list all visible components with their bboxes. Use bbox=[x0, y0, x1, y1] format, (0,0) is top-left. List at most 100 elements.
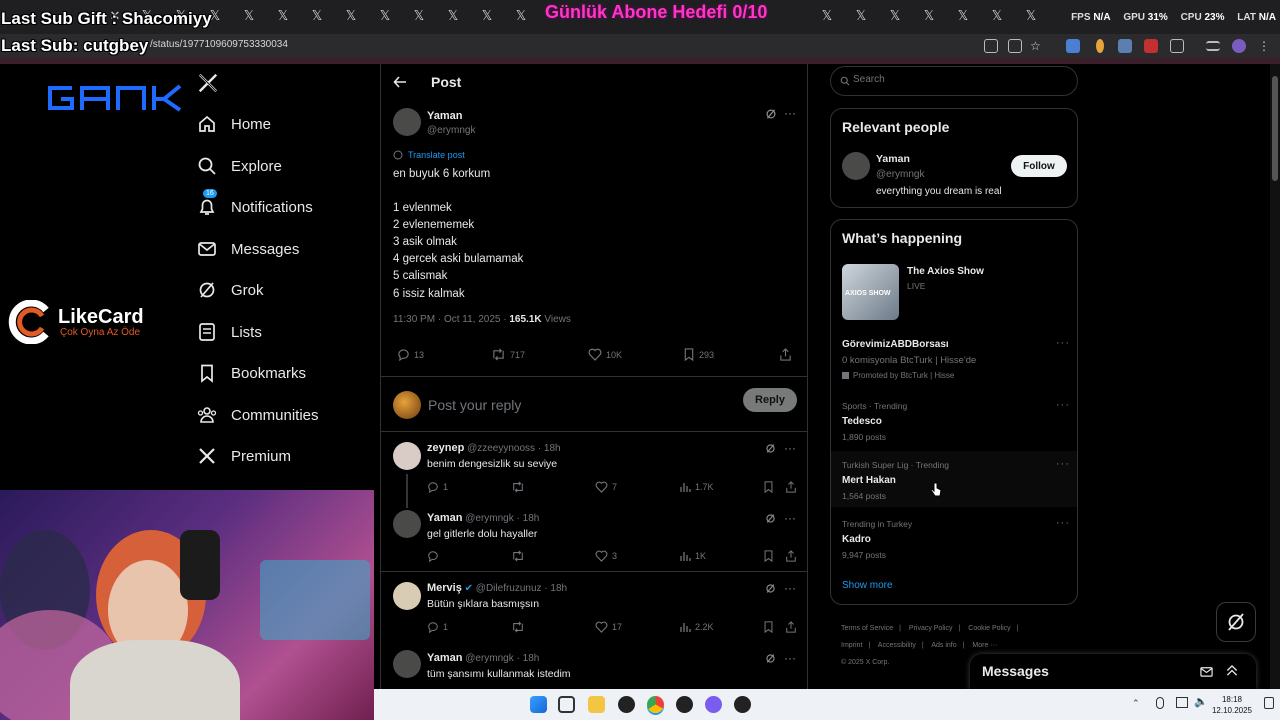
reply-item[interactable]: zeynep @zzeeyynooss · 18h benim dengesiz… bbox=[381, 434, 807, 508]
more-options-icon[interactable]: ··· bbox=[784, 441, 796, 455]
reply-author[interactable]: zeynep @zzeeyynooss · 18h bbox=[427, 442, 561, 454]
x-tab-icon[interactable]: 𝕏 bbox=[412, 9, 426, 23]
author-name[interactable]: Yaman bbox=[427, 110, 462, 122]
back-arrow-icon[interactable] bbox=[393, 75, 407, 89]
nav-bookmarks[interactable]: Bookmarks bbox=[197, 358, 306, 388]
author-handle[interactable]: @erymngk bbox=[427, 125, 476, 136]
bookmark-action[interactable]: 293 bbox=[683, 348, 714, 361]
messages-drawer[interactable]: Messages bbox=[970, 654, 1256, 690]
scrollbar-thumb[interactable] bbox=[1272, 76, 1278, 181]
like-action[interactable]: 7 bbox=[595, 481, 617, 493]
grok-explain-icon[interactable] bbox=[765, 108, 777, 120]
search-box[interactable] bbox=[830, 66, 1078, 96]
bookmark-star-icon[interactable]: ☆ bbox=[1030, 39, 1044, 53]
reply-composer[interactable]: Post your reply Reply bbox=[381, 376, 807, 432]
grok-explain-icon[interactable] bbox=[765, 443, 776, 454]
more-options-icon[interactable]: ··· bbox=[784, 511, 796, 525]
more-options-icon[interactable]: ··· bbox=[784, 581, 796, 595]
repost-action[interactable] bbox=[511, 621, 529, 633]
x-tab-icon[interactable]: 𝕏 bbox=[888, 9, 902, 23]
repost-action[interactable] bbox=[511, 550, 529, 562]
nav-notifications[interactable]: 16 Notifications bbox=[197, 189, 313, 222]
avatar[interactable] bbox=[393, 650, 421, 678]
x-tab-icon[interactable]: 𝕏 bbox=[854, 9, 868, 23]
footer-link[interactable]: Terms of Service bbox=[841, 625, 893, 632]
nav-communities[interactable]: Communities bbox=[197, 400, 319, 430]
notification-center-icon[interactable] bbox=[1264, 697, 1274, 709]
like-action[interactable]: 10K bbox=[588, 348, 622, 361]
windows-start-icon[interactable] bbox=[530, 696, 547, 713]
x-tab-icon[interactable]: 𝕏 bbox=[922, 9, 936, 23]
x-tab-icon[interactable]: 𝕏 bbox=[1024, 9, 1038, 23]
footer-link[interactable]: More ··· bbox=[972, 642, 997, 649]
x-tab-icon[interactable]: 𝕏 bbox=[344, 9, 358, 23]
footer-link[interactable]: Cookie Policy bbox=[968, 625, 1010, 632]
page-scrollbar[interactable] bbox=[1270, 64, 1280, 689]
avatar[interactable] bbox=[393, 582, 421, 610]
app-icon[interactable] bbox=[734, 696, 751, 713]
reply-item[interactable]: Yaman @erymngk · 18h gel gitlerle dolu h… bbox=[381, 504, 807, 572]
bookmark-action[interactable] bbox=[763, 550, 778, 562]
follow-button[interactable]: Follow bbox=[1011, 155, 1067, 177]
live-show-title[interactable]: The Axios Show bbox=[907, 266, 984, 277]
x-tab-icon[interactable]: 𝕏 bbox=[378, 9, 392, 23]
footer-link[interactable]: Accessibility bbox=[878, 642, 916, 649]
avatar[interactable] bbox=[393, 108, 421, 136]
share-icon[interactable] bbox=[785, 621, 801, 633]
grok-explain-icon[interactable] bbox=[765, 583, 776, 594]
more-vertical-icon[interactable]: ⋮ bbox=[1258, 39, 1272, 53]
tray-chevron-icon[interactable]: ⌃ bbox=[1132, 698, 1140, 709]
more-options-icon[interactable]: ··· bbox=[784, 651, 796, 665]
footer-link[interactable]: Privacy Policy bbox=[909, 625, 953, 632]
x-tab-icon[interactable]: 𝕏 bbox=[514, 9, 528, 23]
install-icon[interactable] bbox=[984, 39, 998, 53]
share-icon[interactable] bbox=[779, 348, 796, 361]
bookmark-action[interactable] bbox=[763, 481, 778, 493]
extension-icon[interactable] bbox=[1118, 39, 1132, 53]
x-tab-icon[interactable]: 𝕏 bbox=[310, 9, 324, 23]
expand-chevron-icon[interactable] bbox=[1226, 664, 1238, 677]
more-options-icon[interactable]: ··· bbox=[784, 106, 796, 120]
bookmark-action[interactable] bbox=[763, 621, 778, 633]
more-options-icon[interactable]: ··· bbox=[1056, 517, 1070, 529]
x-tab-icon[interactable]: 𝕏 bbox=[990, 9, 1004, 23]
x-tab-icon[interactable]: 𝕏 bbox=[446, 9, 460, 23]
reply-action[interactable]: 13 bbox=[397, 348, 424, 361]
app-icon[interactable] bbox=[676, 696, 693, 713]
puzzle-icon[interactable] bbox=[1170, 39, 1184, 53]
chrome-icon[interactable] bbox=[647, 696, 664, 713]
views-stat[interactable]: 1.7K bbox=[679, 481, 714, 493]
more-options-icon[interactable]: ··· bbox=[1056, 337, 1070, 349]
reply-item[interactable]: Merviş ✔ @Dilefruzunuz · 18h Bütün şıkla… bbox=[381, 574, 807, 644]
url-text[interactable]: /status/1977109609753330034 bbox=[150, 39, 288, 50]
nav-explore[interactable]: Explore bbox=[197, 151, 282, 181]
avatar[interactable] bbox=[393, 510, 421, 538]
views-stat[interactable]: 1K bbox=[679, 550, 706, 562]
trend-item[interactable]: Turkish Super Lig · Trending Mert Hakan … bbox=[831, 451, 1077, 507]
footer-link[interactable]: Imprint bbox=[841, 642, 862, 649]
footer-link[interactable]: Ads info bbox=[931, 642, 956, 649]
reply-author[interactable]: Merviş ✔ @Dilefruzunuz · 18h bbox=[427, 582, 567, 594]
task-view-icon[interactable] bbox=[558, 696, 575, 713]
reply-author[interactable]: Yaman @erymngk · 18h bbox=[427, 652, 539, 664]
nav-lists[interactable]: Lists bbox=[197, 317, 262, 347]
promoted-trend[interactable]: GörevimizABDBorsası 0 komisyonla BtcTurk… bbox=[831, 332, 1077, 384]
system-clock[interactable]: 18:18 12.10.2025 bbox=[1212, 694, 1252, 716]
extension-icon[interactable] bbox=[1144, 39, 1158, 53]
menu-icon[interactable] bbox=[1206, 41, 1220, 51]
reply-button[interactable]: Reply bbox=[743, 388, 797, 412]
repost-action[interactable] bbox=[511, 481, 529, 493]
person-name[interactable]: Yaman bbox=[876, 153, 910, 165]
share-icon[interactable] bbox=[785, 481, 801, 493]
discord-icon[interactable] bbox=[705, 696, 722, 713]
more-options-icon[interactable]: ··· bbox=[1056, 399, 1070, 411]
reply-input[interactable]: Post your reply bbox=[428, 397, 521, 413]
x-tab-icon[interactable]: 𝕏 bbox=[820, 9, 834, 23]
x-tab-icon[interactable]: 𝕏 bbox=[276, 9, 290, 23]
reply-action[interactable] bbox=[427, 550, 443, 562]
translate-icon[interactable] bbox=[1008, 39, 1022, 53]
search-input[interactable] bbox=[853, 74, 1053, 85]
file-explorer-icon[interactable] bbox=[588, 696, 605, 713]
grok-explain-icon[interactable] bbox=[765, 653, 776, 664]
like-action[interactable]: 3 bbox=[595, 550, 617, 562]
